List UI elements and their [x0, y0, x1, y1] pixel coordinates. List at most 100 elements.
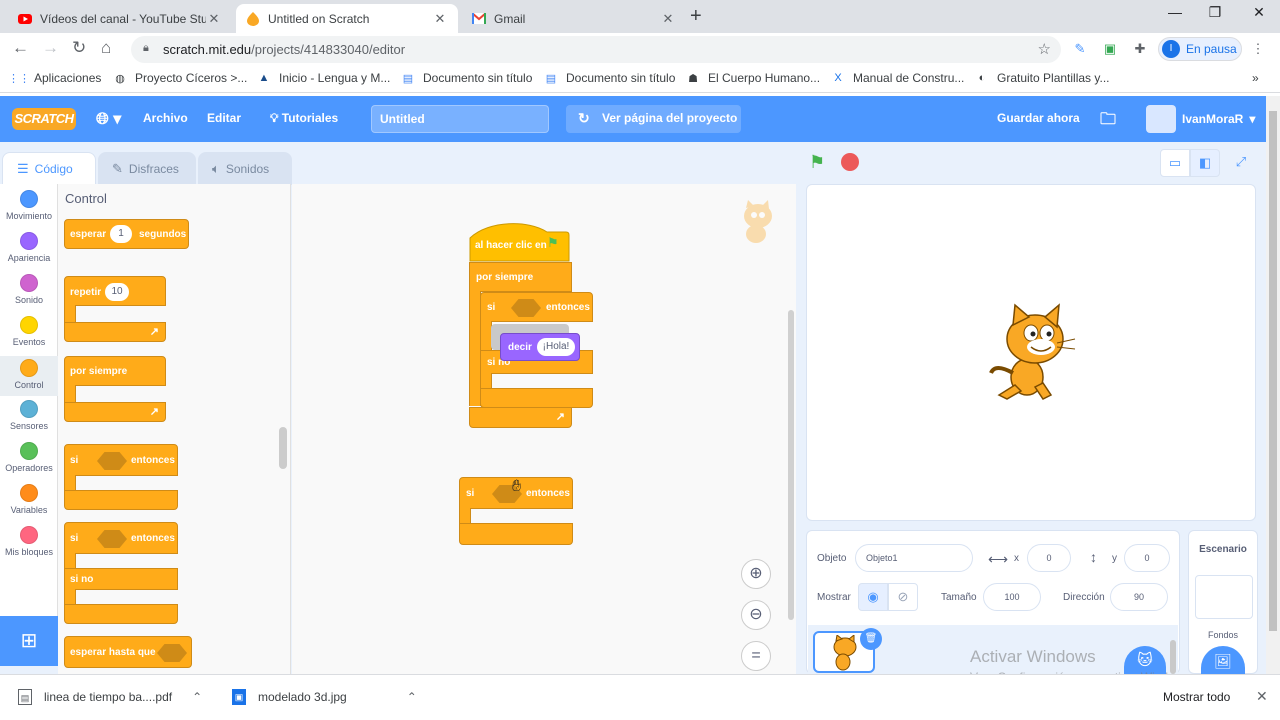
category-sound[interactable]: Sonido — [0, 274, 58, 305]
language-globe-icon[interactable]: 🌐︎ ▾ — [96, 109, 121, 129]
my-stuff-folder-icon[interactable]: 🗀 — [1100, 108, 1116, 135]
close-tab-icon[interactable]: ✕ — [660, 11, 676, 27]
menu-kebab-icon[interactable]: ⋮ — [1250, 41, 1266, 57]
close-tab-icon[interactable]: ✕ — [206, 11, 222, 27]
download-item-jpg[interactable]: ▣ modelado 3d.jpg ⌃ — [232, 689, 417, 705]
bookmark-item[interactable]: ◍ Proyecto Cíceros >... — [113, 71, 247, 85]
if-else-block[interactable]: si entonces — [64, 522, 178, 554]
bookmark-star-icon[interactable]: ☆ — [1038, 40, 1051, 58]
add-extension-button[interactable]: ⊞ — [0, 616, 58, 666]
empty-condition-slot — [97, 452, 127, 470]
bookmark-item[interactable]: ▤ Documento sin título — [544, 71, 676, 85]
page-scroll-thumb[interactable] — [1269, 111, 1277, 631]
more-bookmarks-icon[interactable]: » — [1252, 71, 1259, 85]
scratch-logo[interactable]: SCRATCH — [12, 108, 76, 130]
menu-archivo[interactable]: Archivo — [143, 111, 188, 125]
sprite-name-input[interactable]: Objeto1 — [855, 544, 973, 572]
x-input[interactable]: 0 — [1027, 544, 1071, 572]
category-motion[interactable]: Movimiento — [0, 190, 58, 221]
back-icon[interactable]: ← — [12, 38, 29, 58]
new-tab-icon[interactable]: + — [690, 5, 702, 28]
zoom-out-icon[interactable]: ⊖ — [741, 600, 771, 630]
bookmark-item[interactable]: ▲ Inicio - Lengua y M... — [257, 71, 391, 85]
user-menu[interactable]: IvanMoraR ▾ — [1146, 105, 1255, 133]
bookmark-item[interactable]: ◐ Gratuito Plantillas y... — [975, 71, 1110, 85]
wait-seconds-block[interactable]: esperar 1 segundos — [64, 219, 189, 249]
restore-icon[interactable]: ❐ — [1192, 4, 1238, 21]
fullscreen-icon[interactable]: ⤢ — [1226, 149, 1256, 177]
if-else-arm — [64, 553, 76, 569]
page-scrollbar[interactable] — [1266, 96, 1280, 674]
category-sensing[interactable]: Sensores — [0, 400, 58, 431]
wait-until-block[interactable]: esperar hasta que — [64, 636, 192, 668]
palette-scrollbar[interactable] — [279, 427, 287, 469]
forward-icon[interactable]: → — [42, 38, 59, 58]
chevron-up-icon[interactable]: ⌃ — [407, 690, 417, 704]
stage[interactable] — [806, 184, 1256, 521]
close-window-icon[interactable]: ✕ — [1236, 4, 1280, 21]
address-bar[interactable]: 🔒︎ scratch.mit.edu/projects/414833040/ed… — [131, 36, 1061, 63]
delete-sprite-icon[interactable]: 🗑︎ — [860, 628, 882, 650]
say-block-dragging[interactable]: decir ¡Hola! — [500, 333, 580, 361]
category-looks[interactable]: Apariencia — [0, 232, 58, 263]
normal-stage-icon[interactable]: ◧ — [1190, 149, 1220, 177]
forever-foot: ↗ — [469, 407, 572, 428]
workspace-scrollbar[interactable] — [788, 310, 794, 620]
tab-gmail[interactable]: Gmail ✕ — [462, 4, 686, 33]
if-then-block[interactable]: si entonces — [64, 444, 178, 476]
reload-icon[interactable]: ↻ — [72, 38, 86, 58]
bookmark-item[interactable]: ▤ Documento sin título — [401, 71, 533, 85]
show-label: Mostrar — [817, 592, 851, 603]
tab-youtube-studio[interactable]: Vídeos del canal - YouTube Studi ✕ — [8, 4, 232, 33]
bookmark-apps[interactable]: ⋮⋮ Aplicaciones — [8, 71, 101, 85]
when-flag-clicked-block[interactable]: al hacer clic en ⚑ — [469, 220, 570, 262]
loose-if-arm — [459, 508, 471, 524]
see-project-page-button[interactable]: ↻ Ver página del proyecto — [566, 105, 741, 133]
category-variables[interactable]: Variables — [0, 484, 58, 515]
if-else-middle: si no — [64, 568, 178, 590]
if-else-block-script[interactable]: si entonces — [480, 292, 593, 322]
tab-code[interactable]: ☰ Código — [2, 152, 96, 185]
feather-extension-icon[interactable]: ✎ — [1072, 41, 1088, 57]
green-extension-icon[interactable]: ▣ — [1102, 41, 1118, 57]
category-events[interactable]: Eventos — [0, 316, 58, 347]
home-icon[interactable]: ⌂ — [101, 38, 111, 58]
extensions-puzzle-icon[interactable]: ✚ — [1132, 41, 1148, 57]
category-my-blocks[interactable]: Mis bloques — [0, 526, 58, 557]
y-input[interactable]: 0 — [1124, 544, 1170, 572]
tab-costumes[interactable]: ✎ Disfraces — [98, 152, 196, 185]
save-now-button[interactable]: Guardar ahora — [997, 111, 1080, 125]
download-item-pdf[interactable]: ▤ linea de tiempo ba....pdf ⌃ — [18, 689, 202, 705]
category-control[interactable]: Control — [0, 356, 58, 396]
direction-input[interactable]: 90 — [1110, 583, 1168, 611]
pdf-file-icon: ▤ — [18, 689, 32, 705]
cat-sprite[interactable] — [985, 303, 1079, 406]
close-tab-icon[interactable]: ✕ — [432, 11, 448, 27]
tab-sounds[interactable]: 🔈︎ Sonidos — [198, 152, 292, 185]
zoom-reset-icon[interactable]: = — [741, 641, 771, 671]
chevron-up-icon[interactable]: ⌃ — [192, 690, 202, 704]
green-flag-icon[interactable]: ⚑ — [809, 152, 825, 173]
sprite-list-scrollbar[interactable] — [1170, 640, 1176, 674]
bookmark-item[interactable]: X Manual de Constru... — [831, 71, 964, 85]
project-title-input[interactable]: Untitled — [371, 105, 549, 133]
stage-thumbnail[interactable] — [1195, 575, 1253, 619]
tab-scratch[interactable]: Untitled on Scratch ✕ — [236, 4, 458, 33]
menu-editar[interactable]: Editar — [207, 111, 241, 125]
small-stage-icon[interactable]: ▭ — [1160, 149, 1190, 177]
profile-button[interactable]: I En pausa — [1158, 37, 1242, 61]
stop-icon[interactable] — [841, 153, 859, 171]
speaker-icon: 🔈︎ — [212, 160, 220, 176]
category-operators[interactable]: Operadores — [0, 442, 58, 473]
show-all-downloads-button[interactable]: Mostrar todo — [1153, 683, 1240, 711]
close-downloads-icon[interactable]: ✕ — [1256, 688, 1268, 705]
forever-block-script[interactable]: por siempre — [469, 262, 572, 292]
menu-tutoriales[interactable]: 💡︎ Tutoriales — [270, 111, 338, 126]
bookmark-item[interactable]: ☗ El Cuerpo Humano... — [686, 71, 820, 85]
zoom-in-icon[interactable]: ⊕ — [741, 559, 771, 589]
show-visible-toggle[interactable]: ◉ — [858, 583, 888, 611]
repeat-block[interactable]: repetir 10 — [64, 276, 166, 306]
forever-block[interactable]: por siempre — [64, 356, 166, 386]
hide-toggle[interactable]: ⊘ — [888, 583, 918, 611]
size-input[interactable]: 100 — [983, 583, 1041, 611]
